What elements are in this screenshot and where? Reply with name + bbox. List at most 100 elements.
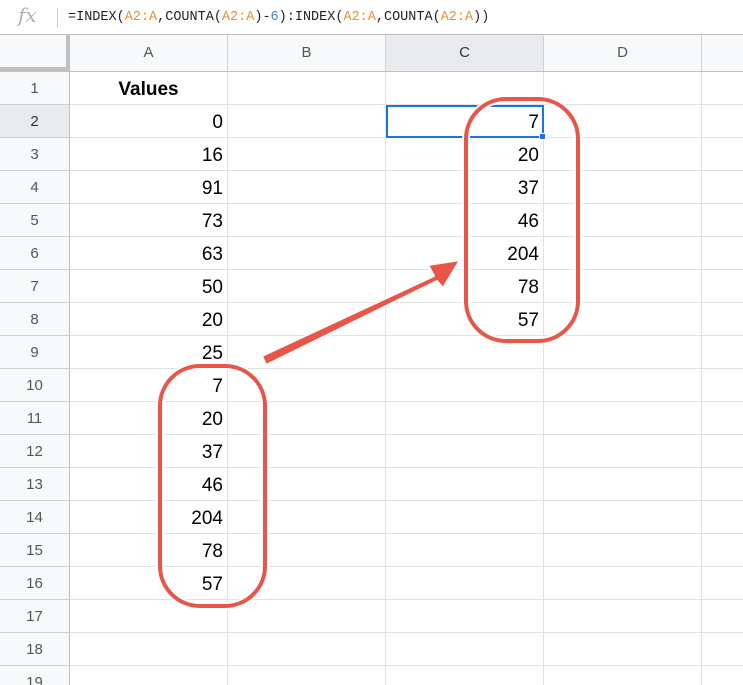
cell-c12[interactable] xyxy=(386,435,544,468)
cell-a5[interactable]: 73 xyxy=(70,204,228,237)
row-header[interactable]: 8 xyxy=(0,303,70,336)
cell-d1[interactable] xyxy=(544,72,702,105)
cell-b8[interactable] xyxy=(228,303,386,336)
cell-a4[interactable]: 91 xyxy=(70,171,228,204)
cell-d6[interactable] xyxy=(544,237,702,270)
cell-a6[interactable]: 63 xyxy=(70,237,228,270)
cell-d7[interactable] xyxy=(544,270,702,303)
cell-c9[interactable] xyxy=(386,336,544,369)
cell-d17[interactable] xyxy=(544,600,702,633)
cell-b1[interactable] xyxy=(228,72,386,105)
cell-d3[interactable] xyxy=(544,138,702,171)
cell-e5[interactable] xyxy=(702,204,743,237)
cell-d19[interactable] xyxy=(544,666,702,685)
cell-b17[interactable] xyxy=(228,600,386,633)
cell-e9[interactable] xyxy=(702,336,743,369)
cell-a7[interactable]: 50 xyxy=(70,270,228,303)
cell-d5[interactable] xyxy=(544,204,702,237)
cell-a11[interactable]: 20 xyxy=(70,402,228,435)
cell-a2[interactable]: 0 xyxy=(70,105,228,138)
cell-c11[interactable] xyxy=(386,402,544,435)
cell-e18[interactable] xyxy=(702,633,743,666)
row-header[interactable]: 16 xyxy=(0,567,70,600)
row-header[interactable]: 5 xyxy=(0,204,70,237)
column-header-e[interactable] xyxy=(702,35,743,71)
cell-c17[interactable] xyxy=(386,600,544,633)
row-header[interactable]: 2 xyxy=(0,105,70,138)
cell-e16[interactable] xyxy=(702,567,743,600)
cell-c19[interactable] xyxy=(386,666,544,685)
cell-a16[interactable]: 57 xyxy=(70,567,228,600)
row-header[interactable]: 13 xyxy=(0,468,70,501)
cell-e8[interactable] xyxy=(702,303,743,336)
formula-input[interactable]: =INDEX(A2:A,COUNTA(A2:A)-6):INDEX(A2:A,C… xyxy=(68,10,489,25)
cell-a12[interactable]: 37 xyxy=(70,435,228,468)
column-header-c[interactable]: C xyxy=(386,35,544,71)
cell-e3[interactable] xyxy=(702,138,743,171)
cell-d2[interactable] xyxy=(544,105,702,138)
cell-a14[interactable]: 204 xyxy=(70,501,228,534)
cell-d14[interactable] xyxy=(544,501,702,534)
cell-c4[interactable]: 37 xyxy=(386,171,544,204)
cell-c7[interactable]: 78 xyxy=(386,270,544,303)
row-header[interactable]: 19 xyxy=(0,666,70,685)
cell-c15[interactable] xyxy=(386,534,544,567)
cell-b6[interactable] xyxy=(228,237,386,270)
cell-d4[interactable] xyxy=(544,171,702,204)
cell-b10[interactable] xyxy=(228,369,386,402)
cell-a1[interactable]: Values xyxy=(70,72,228,105)
cell-c16[interactable] xyxy=(386,567,544,600)
row-header[interactable]: 7 xyxy=(0,270,70,303)
cell-b9[interactable] xyxy=(228,336,386,369)
cell-a10[interactable]: 7 xyxy=(70,369,228,402)
cell-c6[interactable]: 204 xyxy=(386,237,544,270)
row-header[interactable]: 18 xyxy=(0,633,70,666)
cell-a18[interactable] xyxy=(70,633,228,666)
cell-b12[interactable] xyxy=(228,435,386,468)
row-header[interactable]: 3 xyxy=(0,138,70,171)
cell-e6[interactable] xyxy=(702,237,743,270)
cell-e10[interactable] xyxy=(702,369,743,402)
row-header[interactable]: 9 xyxy=(0,336,70,369)
cell-a15[interactable]: 78 xyxy=(70,534,228,567)
cell-e4[interactable] xyxy=(702,171,743,204)
row-header[interactable]: 14 xyxy=(0,501,70,534)
cell-c10[interactable] xyxy=(386,369,544,402)
row-header[interactable]: 11 xyxy=(0,402,70,435)
cell-e7[interactable] xyxy=(702,270,743,303)
cell-a3[interactable]: 16 xyxy=(70,138,228,171)
cell-c14[interactable] xyxy=(386,501,544,534)
cell-e17[interactable] xyxy=(702,600,743,633)
cell-c8[interactable]: 57 xyxy=(386,303,544,336)
cell-e11[interactable] xyxy=(702,402,743,435)
row-header[interactable]: 4 xyxy=(0,171,70,204)
cell-d16[interactable] xyxy=(544,567,702,600)
column-header-a[interactable]: A xyxy=(70,35,228,71)
fill-handle[interactable] xyxy=(539,133,546,140)
cell-a13[interactable]: 46 xyxy=(70,468,228,501)
cell-d12[interactable] xyxy=(544,435,702,468)
cell-d11[interactable] xyxy=(544,402,702,435)
row-header[interactable]: 10 xyxy=(0,369,70,402)
cell-e1[interactable] xyxy=(702,72,743,105)
cell-a19[interactable] xyxy=(70,666,228,685)
row-header[interactable]: 1 xyxy=(0,72,70,105)
cell-a8[interactable]: 20 xyxy=(70,303,228,336)
cell-e15[interactable] xyxy=(702,534,743,567)
cell-b16[interactable] xyxy=(228,567,386,600)
cell-b15[interactable] xyxy=(228,534,386,567)
cell-b13[interactable] xyxy=(228,468,386,501)
column-header-b[interactable]: B xyxy=(228,35,386,71)
row-header[interactable]: 12 xyxy=(0,435,70,468)
row-header[interactable]: 15 xyxy=(0,534,70,567)
cell-b7[interactable] xyxy=(228,270,386,303)
cell-d15[interactable] xyxy=(544,534,702,567)
cell-e2[interactable] xyxy=(702,105,743,138)
cell-e12[interactable] xyxy=(702,435,743,468)
cell-c18[interactable] xyxy=(386,633,544,666)
cell-e19[interactable] xyxy=(702,666,743,685)
cell-c13[interactable] xyxy=(386,468,544,501)
cell-d10[interactable] xyxy=(544,369,702,402)
cell-d8[interactable] xyxy=(544,303,702,336)
cell-b18[interactable] xyxy=(228,633,386,666)
